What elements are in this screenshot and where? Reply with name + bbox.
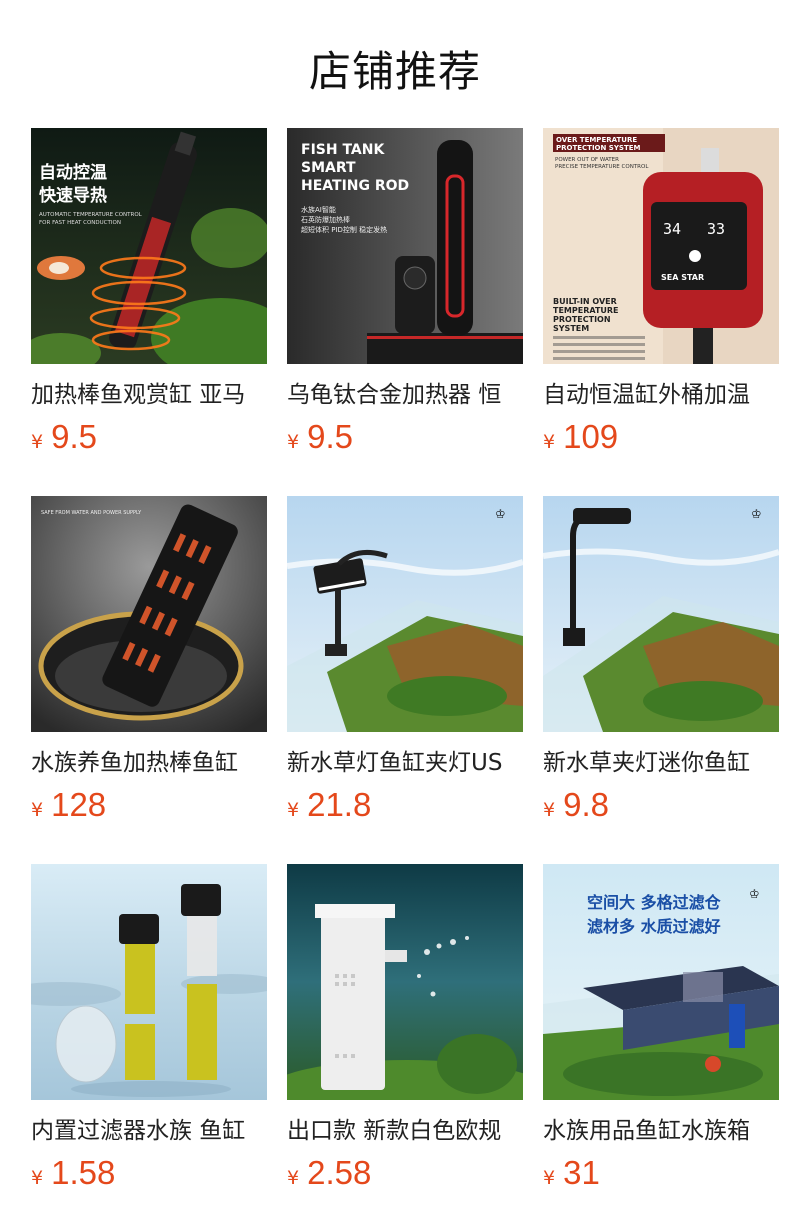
product-image-heater-rod[interactable]: 自动控温 快速导热 AUTOMATIC TEMPERATURE CONTROL … xyxy=(31,128,267,364)
product-card[interactable]: 自动控温 快速导热 AUTOMATIC TEMPERATURE CONTROL … xyxy=(31,128,267,468)
product-card[interactable]: 出口款 新款白色欧规 ¥2.58 xyxy=(287,864,523,1204)
image-text: SMART xyxy=(301,160,356,176)
product-price: ¥2.58 xyxy=(287,1154,371,1194)
image-text: PROTECTION SYSTEM xyxy=(556,144,640,152)
product-image-mini-clip-light[interactable]: ♔ xyxy=(543,496,779,732)
image-text: SAFE FROM WATER AND POWER SUPPLY xyxy=(41,510,142,516)
image-text: 自动控温 xyxy=(39,162,107,183)
currency-symbol: ¥ xyxy=(31,799,44,821)
product-name[interactable]: 内置过滤器水族 鱼缸 xyxy=(31,1114,267,1148)
currency-symbol: ¥ xyxy=(543,1167,556,1189)
price-amount: 21.8 xyxy=(307,786,372,823)
image-text: 空间大 多格过滤仓 xyxy=(587,893,722,912)
product-name[interactable]: 水族养鱼加热棒鱼缸 xyxy=(31,746,267,780)
crown-logo-icon: ♔ xyxy=(749,887,760,901)
currency-symbol: ¥ xyxy=(543,431,556,453)
image-text: 快速导热 xyxy=(39,185,107,206)
product-image-internal-filter[interactable] xyxy=(31,864,267,1100)
image-text: 石英防爆加热棒 xyxy=(301,215,350,224)
product-card[interactable]: 内置过滤器水族 鱼缸 ¥1.58 xyxy=(31,864,267,1204)
currency-symbol: ¥ xyxy=(287,431,300,453)
image-text: PRECISE TEMPERATURE CONTROL xyxy=(555,164,649,170)
price-amount: 128 xyxy=(51,786,107,823)
currency-symbol: ¥ xyxy=(543,799,556,821)
image-text: FOR FAST HEAT CONDUCTION xyxy=(39,220,121,226)
image-text: OVER TEMPERATURE xyxy=(556,136,637,144)
image-text: 超短体积 PID控制 稳定发热 xyxy=(301,225,387,234)
product-image-white-filter[interactable] xyxy=(287,864,523,1100)
product-name[interactable]: 自动恒温缸外桶加温 xyxy=(543,378,779,412)
product-price: ¥21.8 xyxy=(287,786,371,826)
image-text: FISH TANK xyxy=(301,142,385,158)
crown-logo-icon: ♔ xyxy=(751,507,762,521)
product-image-smart-heater[interactable]: FISH TANK SMART HEATING ROD 水族AI智能 石英防爆加… xyxy=(287,128,523,364)
image-text: 33 xyxy=(707,220,725,238)
product-price: ¥109 xyxy=(543,418,618,458)
image-text: 滤材多 水质过滤好 xyxy=(587,917,721,936)
product-name[interactable]: 加热棒鱼观赏缸 亚马 xyxy=(31,378,267,412)
product-price: ¥1.58 xyxy=(31,1154,115,1194)
image-text: POWER OUT OF WATER xyxy=(555,157,619,163)
product-name[interactable]: 乌龟钛合金加热器 恒 xyxy=(287,378,523,412)
product-name[interactable]: 新水草夹灯迷你鱼缸 xyxy=(543,746,779,780)
product-price: ¥9.5 xyxy=(31,418,97,458)
product-card[interactable]: FISH TANK SMART HEATING ROD 水族AI智能 石英防爆加… xyxy=(287,128,523,468)
page-title: 店铺推荐 xyxy=(308,47,481,96)
price-amount: 9.8 xyxy=(563,786,609,823)
product-image-clip-light[interactable]: ♔ xyxy=(287,496,523,732)
product-card[interactable]: ♔ 新水草灯鱼缸夹灯US ¥21.8 xyxy=(287,496,523,836)
product-card[interactable]: ♔ 新水草夹灯迷你鱼缸 ¥9.8 xyxy=(543,496,779,836)
price-amount: 1.58 xyxy=(51,1154,116,1191)
product-image-external-heater[interactable]: OVER TEMPERATURE PROTECTION SYSTEM POWER… xyxy=(543,128,779,364)
image-text: SEA STAR xyxy=(661,273,704,282)
image-text: 水族AI智能 xyxy=(301,205,336,214)
image-text: 34 xyxy=(663,220,681,238)
product-image-top-filter-box[interactable]: 空间大 多格过滤仓 滤材多 水质过滤好 ♔ xyxy=(543,864,779,1100)
price-amount: 2.58 xyxy=(307,1154,372,1191)
price-amount: 31 xyxy=(563,1154,600,1191)
currency-symbol: ¥ xyxy=(287,799,300,821)
product-price: ¥31 xyxy=(543,1154,600,1194)
price-amount: 109 xyxy=(563,418,619,455)
product-price: ¥128 xyxy=(31,786,106,826)
image-text: BUILT-IN OVER xyxy=(553,297,617,306)
product-price: ¥9.8 xyxy=(543,786,609,826)
currency-symbol: ¥ xyxy=(31,1167,44,1189)
product-price: ¥9.5 xyxy=(287,418,353,458)
product-name[interactable]: 新水草灯鱼缸夹灯US xyxy=(287,746,523,780)
image-text: SYSTEM xyxy=(553,324,589,333)
currency-symbol: ¥ xyxy=(287,1167,300,1189)
product-card[interactable]: SAFE FROM WATER AND POWER SUPPLY 水族养鱼加热棒… xyxy=(31,496,267,836)
image-text: AUTOMATIC TEMPERATURE CONTROL xyxy=(39,212,143,218)
product-name[interactable]: 出口款 新款白色欧规 xyxy=(287,1114,523,1148)
image-text: HEATING ROD xyxy=(301,178,409,194)
product-name[interactable]: 水族用品鱼缸水族箱 xyxy=(543,1114,779,1148)
currency-symbol: ¥ xyxy=(31,431,44,453)
price-amount: 9.5 xyxy=(307,418,353,455)
product-card[interactable]: OVER TEMPERATURE PROTECTION SYSTEM POWER… xyxy=(543,128,779,468)
image-text: PROTECTION xyxy=(553,315,611,324)
price-amount: 9.5 xyxy=(51,418,97,455)
product-image-titanium-heater[interactable]: SAFE FROM WATER AND POWER SUPPLY xyxy=(31,496,267,732)
image-text: TEMPERATURE xyxy=(553,306,619,315)
product-card[interactable]: 空间大 多格过滤仓 滤材多 水质过滤好 ♔ 水族用品鱼缸水族箱 ¥31 xyxy=(543,864,779,1204)
crown-logo-icon: ♔ xyxy=(495,507,506,521)
